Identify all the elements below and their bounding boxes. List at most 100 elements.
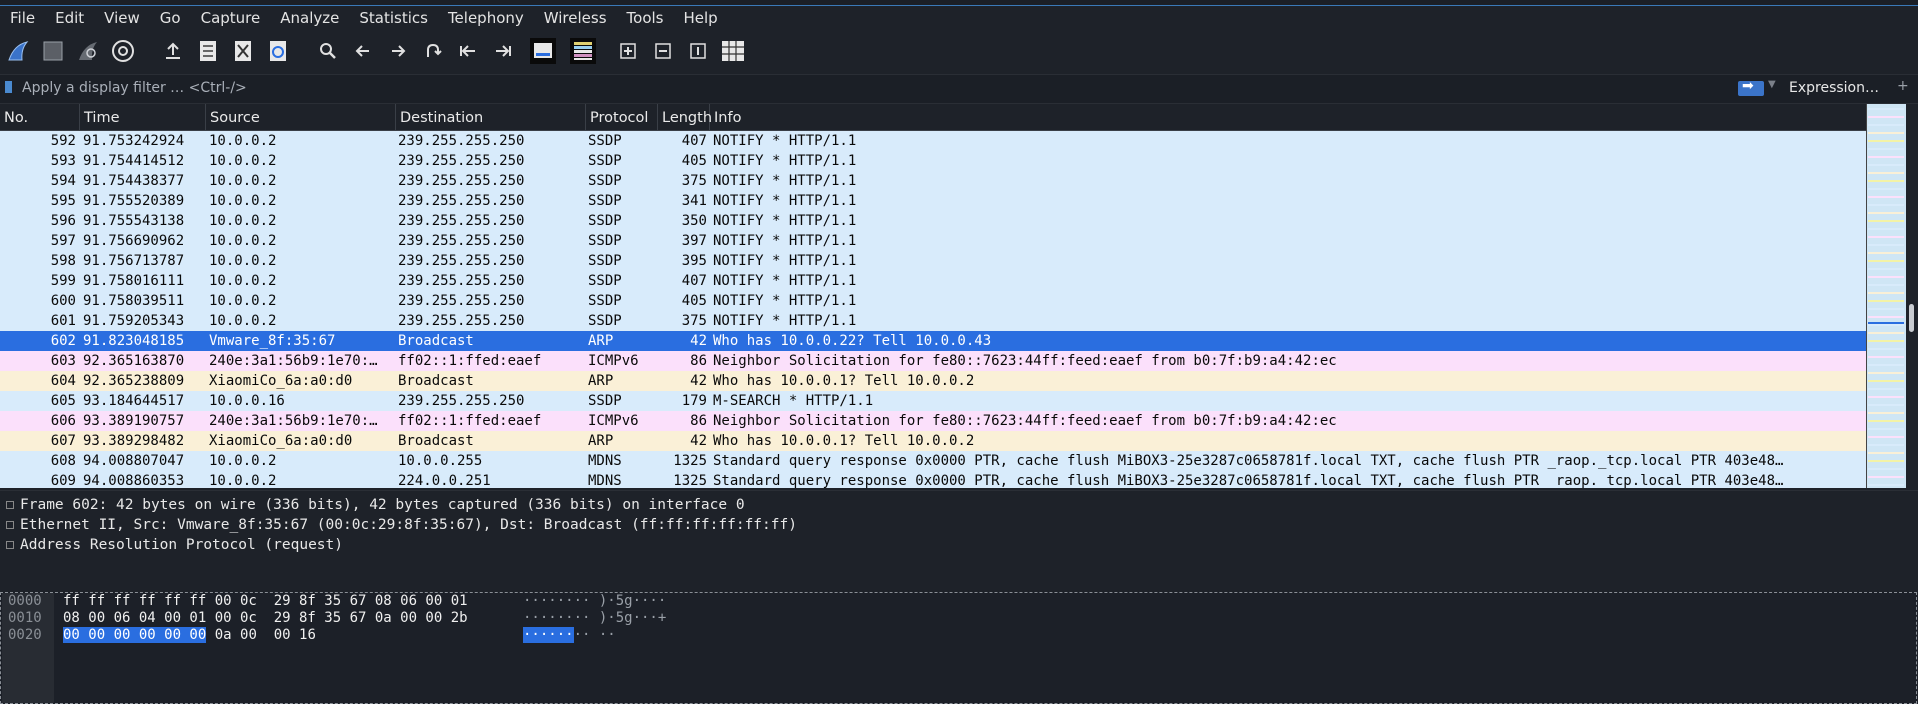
- auto-scroll-icon[interactable]: [530, 38, 556, 64]
- go-forward-icon[interactable]: [385, 38, 411, 64]
- zoom-in-icon[interactable]: [615, 38, 641, 64]
- apply-filter-button[interactable]: [1738, 78, 1764, 96]
- packet-list-scrollbar[interactable]: [1906, 104, 1918, 488]
- column-header-time[interactable]: Time: [80, 104, 206, 130]
- expand-arrow-icon[interactable]: [6, 521, 14, 529]
- minimap-stripe: [1868, 452, 1904, 454]
- cell-no: 608: [50, 453, 76, 469]
- menu-telephony[interactable]: Telephony: [438, 6, 534, 30]
- cell-dst: Broadcast: [398, 373, 474, 389]
- minimap-stripe: [1868, 188, 1904, 190]
- hex-bytes-rest[interactable]: 0a 00 00 16: [206, 627, 316, 643]
- column-header-destination[interactable]: Destination: [396, 104, 586, 130]
- cell-time: 93.184644517: [83, 393, 185, 409]
- go-back-icon[interactable]: [350, 38, 376, 64]
- hex-bytes-line[interactable]: ff ff ff ff ff ff 00 0c 29 8f 35 67 08 0…: [63, 593, 468, 610]
- expression-button[interactable]: Expression…: [1789, 80, 1879, 96]
- detail-frame[interactable]: Frame 602: 42 bytes on wire (336 bits), …: [0, 495, 745, 515]
- table-row[interactable]: 593 91.754414512 10.0.0.2 239.255.255.250 SS…: [0, 151, 1866, 171]
- table-row[interactable]: 607 93.389298482 XiaomiCo_6a:a0:d0 Broadcas…: [0, 431, 1866, 451]
- hex-bytes-line[interactable]: 08 00 06 04 00 01 00 0c 29 8f 35 67 0a 0…: [63, 610, 468, 627]
- display-filter-input[interactable]: [22, 78, 1722, 98]
- menu-analyze[interactable]: Analyze: [270, 6, 349, 30]
- last-packet-icon[interactable]: [490, 38, 516, 64]
- menu-edit[interactable]: Edit: [45, 6, 94, 30]
- table-row-selected[interactable]: 602 91.823048185 Vmware_8f:35:67 Broadcast A…: [0, 331, 1866, 351]
- menu-statistics[interactable]: Statistics: [349, 6, 438, 30]
- go-to-packet-icon[interactable]: [420, 38, 446, 64]
- table-row[interactable]: 600 91.758039511 10.0.0.2 239.255.255.250 SS…: [0, 291, 1866, 311]
- table-row[interactable]: 604 92.365238809 XiaomiCo_6a:a0:d0 Broadcas…: [0, 371, 1866, 391]
- zoom-out-icon[interactable]: [650, 38, 676, 64]
- table-row[interactable]: 606 93.389190757 240e:3a1:56b9:1e70:… ff02:…: [0, 411, 1866, 431]
- table-row[interactable]: 595 91.755520389 10.0.0.2 239.255.255.250 SS…: [0, 191, 1866, 211]
- hex-ascii-highlight[interactable]: ······: [523, 627, 574, 643]
- cell-src: 10.0.0.2: [209, 233, 277, 249]
- minimap-stripe: [1868, 468, 1904, 470]
- column-header-info[interactable]: Info: [710, 104, 1866, 130]
- cell-src: 10.0.0.2: [209, 173, 277, 189]
- detail-arp[interactable]: Address Resolution Protocol (request): [0, 535, 343, 555]
- filter-history-dropdown-icon[interactable]: ▼: [1768, 79, 1776, 90]
- hex-ascii-line[interactable]: ········ )·5g···+: [523, 610, 666, 627]
- close-file-icon[interactable]: [230, 38, 256, 64]
- table-row[interactable]: 596 91.755543138 10.0.0.2 239.255.255.250 SS…: [0, 211, 1866, 231]
- cell-proto: SSDP: [588, 133, 622, 149]
- column-header-no[interactable]: No.: [0, 104, 80, 130]
- table-row[interactable]: 601 91.759205343 10.0.0.2 239.255.255.250 SS…: [0, 311, 1866, 331]
- table-row[interactable]: 592 91.753242924 10.0.0.2 239.255.255.250 SS…: [0, 131, 1866, 151]
- hex-ascii-line[interactable]: ········ )·5g····: [523, 593, 666, 610]
- table-row[interactable]: 603 92.365163870 240e:3a1:56b9:1e70:… ff02:…: [0, 351, 1866, 371]
- table-row[interactable]: 597 91.756690962 10.0.0.2 239.255.255.250 SS…: [0, 231, 1866, 251]
- menu-help[interactable]: Help: [673, 6, 727, 30]
- hex-bytes-highlight[interactable]: 00 00 00 00 00 00: [63, 627, 207, 643]
- hex-bytes-line[interactable]: 00 00 00 00 00 00 0a 00 00 16: [63, 627, 316, 644]
- scrollbar-thumb[interactable]: [1909, 304, 1914, 332]
- cell-src: 240e:3a1:56b9:1e70:…: [209, 413, 378, 429]
- packet-list: No. Time Source Destination Protocol Len…: [0, 104, 1866, 488]
- cell-src: Vmware_8f:35:67: [209, 333, 336, 349]
- resize-columns-icon[interactable]: [720, 38, 746, 64]
- colorize-icon[interactable]: [570, 38, 596, 64]
- menu-capture[interactable]: Capture: [191, 6, 271, 30]
- menu-wireless[interactable]: Wireless: [534, 6, 617, 30]
- cell-proto: SSDP: [588, 173, 622, 189]
- cell-time: 93.389190757: [83, 413, 185, 429]
- find-packet-icon[interactable]: [315, 38, 341, 64]
- table-row[interactable]: 609 94.008860353 10.0.0.2 224.0.0.251 MDNS 13…: [0, 471, 1866, 488]
- detail-ethernet[interactable]: Ethernet II, Src: Vmware_8f:35:67 (00:0c…: [0, 515, 797, 535]
- packet-minimap[interactable]: [1866, 104, 1907, 488]
- column-header-length[interactable]: Length: [658, 104, 712, 130]
- cell-src: 10.0.0.2: [209, 213, 277, 229]
- hex-ascii-line[interactable]: ········ ··: [523, 627, 616, 644]
- stop-square-icon[interactable]: [40, 38, 66, 64]
- expand-arrow-icon[interactable]: [6, 541, 14, 549]
- capture-options-gear-icon[interactable]: [110, 38, 136, 64]
- restart-fin-icon[interactable]: [75, 38, 101, 64]
- expand-arrow-icon[interactable]: [6, 501, 14, 509]
- add-filter-button[interactable]: +: [1897, 78, 1909, 94]
- filter-bookmark-icon[interactable]: [5, 81, 12, 93]
- menu-go[interactable]: Go: [150, 6, 191, 30]
- minimap-stripe: [1868, 308, 1904, 310]
- column-header-protocol[interactable]: Protocol: [586, 104, 658, 130]
- first-packet-icon[interactable]: [455, 38, 481, 64]
- table-row[interactable]: 594 91.754438377 10.0.0.2 239.255.255.250 SS…: [0, 171, 1866, 191]
- normal-size-icon[interactable]: [685, 38, 711, 64]
- cell-dst: 239.255.255.250: [398, 313, 525, 329]
- open-file-icon[interactable]: [160, 38, 186, 64]
- save-file-icon[interactable]: [195, 38, 221, 64]
- reload-icon[interactable]: [265, 38, 291, 64]
- table-row[interactable]: 598 91.756713787 10.0.0.2 239.255.255.250 SS…: [0, 251, 1866, 271]
- table-row[interactable]: 605 93.184644517 10.0.0.16 239.255.255.250 S…: [0, 391, 1866, 411]
- menu-tools[interactable]: Tools: [617, 6, 674, 30]
- column-header-source[interactable]: Source: [206, 104, 396, 130]
- table-row[interactable]: 599 91.758016111 10.0.0.2 239.255.255.250 SS…: [0, 271, 1866, 291]
- menu-view[interactable]: View: [94, 6, 150, 30]
- menu-file[interactable]: File: [0, 6, 45, 30]
- shark-fin-start-icon[interactable]: [5, 38, 31, 64]
- table-row[interactable]: 608 94.008807047 10.0.0.2 10.0.0.255 MDNS 132…: [0, 451, 1866, 471]
- minimap-stripe: [1868, 380, 1904, 382]
- cell-len: 179: [681, 393, 707, 409]
- hex-ascii-rest[interactable]: ·· ··: [574, 627, 616, 643]
